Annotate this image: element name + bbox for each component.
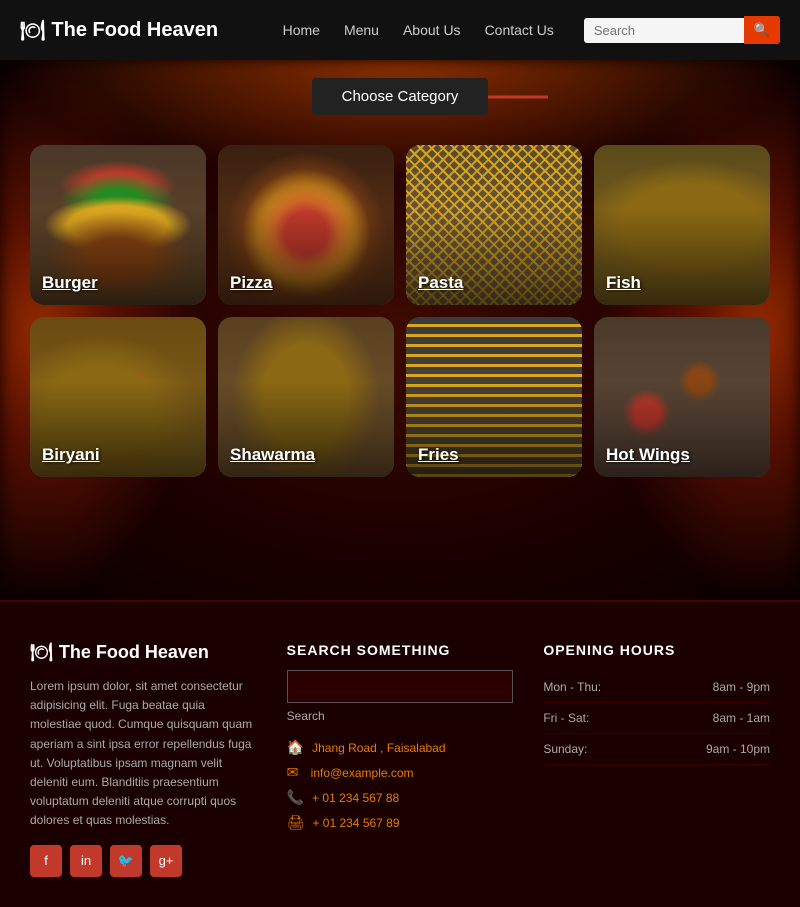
hours-day: Fri - Sat: — [543, 711, 589, 725]
social-googleplus-button[interactable]: g+ — [150, 845, 182, 877]
hours-time: 8am - 9pm — [713, 680, 770, 694]
food-label-fish: Fish — [606, 273, 641, 293]
hours-row: Sunday: 9am - 10pm — [543, 734, 770, 765]
social-instagram-button[interactable]: in — [70, 845, 102, 877]
nav-contact[interactable]: Contact Us — [485, 22, 554, 38]
hero-section: Choose Category Burger Pizza Pasta Fish … — [0, 60, 800, 600]
contact-text: Jhang Road , Faisalabad — [312, 741, 445, 755]
header-search: 🔍 — [584, 16, 780, 44]
contact-text: info@example.com — [311, 766, 414, 780]
hours-time: 9am - 10pm — [706, 742, 770, 756]
hours-table: Mon - Thu: 8am - 9pm Fri - Sat: 8am - 1a… — [543, 672, 770, 765]
hours-time: 8am - 1am — [713, 711, 770, 725]
logo-text: The Food Heaven — [51, 19, 218, 42]
contact-row: 🏠 Jhang Road , Faisalabad — [287, 739, 514, 756]
contact-row: ✉ info@example.com — [287, 764, 514, 781]
main-nav: Home Menu About Us Contact Us — [283, 22, 554, 38]
contact-icon: ✉ — [287, 764, 303, 781]
footer-brand: 🍽 The Food Heaven Lorem ipsum dolor, sit… — [30, 642, 257, 877]
food-label-pasta: Pasta — [418, 273, 463, 293]
nav-home[interactable]: Home — [283, 22, 320, 38]
logo: 🍽 The Food Heaven — [20, 18, 218, 43]
social-icons: fin🐦g+ — [30, 845, 257, 877]
food-card-burger[interactable]: Burger — [30, 145, 206, 305]
footer-search-label: Search — [287, 709, 514, 723]
contact-icon: 📞 — [287, 789, 304, 806]
footer-hours-section: OPENING HOURS Mon - Thu: 8am - 9pm Fri -… — [543, 642, 770, 877]
search-input[interactable] — [584, 18, 744, 43]
food-card-biryani[interactable]: Biryani — [30, 317, 206, 477]
choose-category-button[interactable]: Choose Category — [312, 78, 489, 115]
search-button[interactable]: 🔍 — [744, 16, 780, 44]
logo-icon: 🍽 — [20, 18, 45, 43]
hours-row: Fri - Sat: 8am - 1am — [543, 703, 770, 734]
contact-info: 🏠 Jhang Road , Faisalabad ✉ info@example… — [287, 739, 514, 831]
footer-search-input[interactable] — [287, 670, 514, 703]
contact-icon: 🖨 — [287, 814, 305, 831]
food-label-pizza: Pizza — [230, 273, 273, 293]
footer-description: Lorem ipsum dolor, sit amet consectetur … — [30, 677, 257, 831]
food-label-burger: Burger — [42, 273, 98, 293]
nav-menu[interactable]: Menu — [344, 22, 379, 38]
food-card-shawarma[interactable]: Shawarma — [218, 317, 394, 477]
site-header: 🍽 The Food Heaven Home Menu About Us Con… — [0, 0, 800, 60]
site-footer: 🍽 The Food Heaven Lorem ipsum dolor, sit… — [0, 600, 800, 907]
food-label-fries: Fries — [418, 445, 459, 465]
footer-hours-title: OPENING HOURS — [543, 642, 770, 658]
food-label-biryani: Biryani — [42, 445, 100, 465]
food-card-fish[interactable]: Fish — [594, 145, 770, 305]
footer-logo-icon: 🍽 — [30, 642, 53, 663]
food-card-pasta[interactable]: Pasta — [406, 145, 582, 305]
food-card-hotwings[interactable]: Hot Wings — [594, 317, 770, 477]
contact-text: + 01 234 567 88 — [312, 791, 399, 805]
hours-day: Mon - Thu: — [543, 680, 601, 694]
nav-about[interactable]: About Us — [403, 22, 461, 38]
contact-row: 📞 + 01 234 567 88 — [287, 789, 514, 806]
footer-logo: 🍽 The Food Heaven — [30, 642, 257, 663]
category-bar: Choose Category — [0, 60, 800, 135]
social-facebook-button[interactable]: f — [30, 845, 62, 877]
food-grid: Burger Pizza Pasta Fish Biryani Shawarma… — [0, 135, 800, 507]
hours-row: Mon - Thu: 8am - 9pm — [543, 672, 770, 703]
footer-logo-text: The Food Heaven — [59, 642, 209, 663]
hours-day: Sunday: — [543, 742, 587, 756]
social-twitter-button[interactable]: 🐦 — [110, 845, 142, 877]
contact-icon: 🏠 — [287, 739, 304, 756]
footer-search-title: SEARCH SOMETHING — [287, 642, 514, 658]
food-card-pizza[interactable]: Pizza — [218, 145, 394, 305]
footer-search-section: SEARCH SOMETHING Search 🏠 Jhang Road , F… — [287, 642, 514, 877]
food-card-fries[interactable]: Fries — [406, 317, 582, 477]
food-label-shawarma: Shawarma — [230, 445, 315, 465]
contact-row: 🖨 + 01 234 567 89 — [287, 814, 514, 831]
contact-text: + 01 234 567 89 — [312, 816, 399, 830]
food-label-hotwings: Hot Wings — [606, 445, 690, 465]
